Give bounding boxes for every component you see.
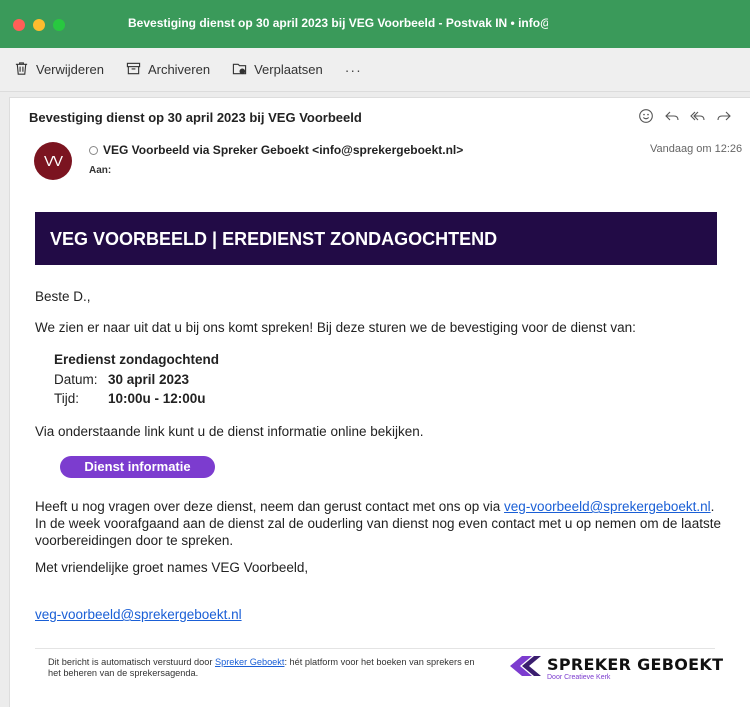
greeting: Beste D., — [35, 289, 91, 304]
time-row: Tijd: 10:00u - 12:00u — [54, 391, 206, 406]
contact-paragraph: Heeft u nog vragen over deze dienst, nee… — [35, 498, 725, 549]
spreker-geboekt-link[interactable]: Spreker Geboekt — [215, 657, 284, 667]
unread-indicator-icon — [89, 145, 98, 155]
date-label: Datum: — [54, 372, 98, 387]
emoji-icon[interactable] — [638, 108, 654, 129]
archive-button[interactable]: Archiveren — [126, 61, 210, 79]
intro-text: We zien er naar uit dat u bij ons komt s… — [35, 320, 636, 335]
time-label: Tijd: — [54, 391, 80, 406]
logo-subtext: Door Creatieve Kerk — [547, 673, 611, 681]
window-controls — [13, 19, 65, 31]
forward-icon[interactable] — [716, 108, 732, 129]
recipient-label: Aan: — [89, 165, 112, 176]
message-subject: Bevestiging dienst op 30 april 2023 bij … — [29, 110, 362, 125]
banner-title: VEG VOORBEELD | EREDIENST ZONDAGOCHTEND — [50, 229, 498, 249]
footer-text: Dit bericht is automatisch verstuurd doo… — [48, 657, 478, 679]
delete-button[interactable]: Verwijderen — [14, 61, 104, 79]
service-info-button[interactable]: Dienst informatie — [60, 456, 215, 478]
zoom-window-button[interactable] — [53, 19, 65, 31]
archive-label: Archiveren — [147, 62, 211, 77]
footer-divider — [35, 648, 715, 649]
archive-icon — [126, 61, 141, 79]
reply-icon[interactable] — [664, 108, 680, 129]
reply-all-icon[interactable] — [690, 108, 706, 129]
message-actions — [638, 108, 732, 129]
contact-email-link[interactable]: veg-voorbeeld@sprekergeboekt.nl — [504, 499, 711, 514]
toolbar: Verwijderen Archiveren Verplaatsen ··· — [0, 48, 750, 92]
minimize-window-button[interactable] — [33, 19, 45, 31]
close-window-button[interactable] — [13, 19, 25, 31]
sender-line: VEG Voorbeeld via Spreker Geboekt <info@… — [89, 143, 463, 157]
window-title: Bevestiging dienst op 30 april 2023 bij … — [128, 16, 548, 30]
folder-move-icon — [232, 61, 247, 79]
time-value: 10:00u - 12:00u — [108, 391, 206, 406]
more-actions-button[interactable]: ··· — [345, 62, 362, 78]
avatar: VV — [34, 142, 72, 180]
signature-email-link[interactable]: veg-voorbeeld@sprekergeboekt.nl — [35, 606, 242, 623]
footer-text-pre: Dit bericht is automatisch verstuurd doo… — [48, 657, 215, 667]
closing-text: Met vriendelijke groet names VEG Voorbee… — [35, 560, 309, 575]
received-time: Vandaag om 12:26 — [650, 143, 743, 155]
link-intro: Via onderstaande link kunt u de dienst i… — [35, 424, 424, 439]
date-row: Datum: 30 april 2023 — [54, 372, 189, 387]
trash-icon — [14, 61, 29, 79]
logo-text: SPREKER GEBOEKT — [547, 654, 724, 674]
title-bar: Bevestiging dienst op 30 april 2023 bij … — [0, 0, 750, 48]
email-banner: VEG VOORBEELD | EREDIENST ZONDAGOCHTEND — [35, 212, 717, 265]
service-name: Eredienst zondagochtend — [54, 352, 220, 367]
move-button[interactable]: Verplaatsen — [232, 61, 323, 79]
spreker-geboekt-logo: SPREKER GEBOEKT Door Creatieve Kerk — [508, 655, 723, 682]
sender-name[interactable]: VEG Voorbeeld via Spreker Geboekt <info@… — [103, 143, 463, 157]
message-pane: Bevestiging dienst op 30 april 2023 bij … — [9, 97, 750, 707]
contact-text-pre: Heeft u nog vragen over deze dienst, nee… — [35, 499, 505, 514]
logo-mark-icon — [508, 655, 542, 682]
date-value: 30 april 2023 — [108, 372, 190, 387]
move-label: Verplaatsen — [254, 62, 323, 77]
delete-label: Verwijderen — [36, 62, 104, 77]
